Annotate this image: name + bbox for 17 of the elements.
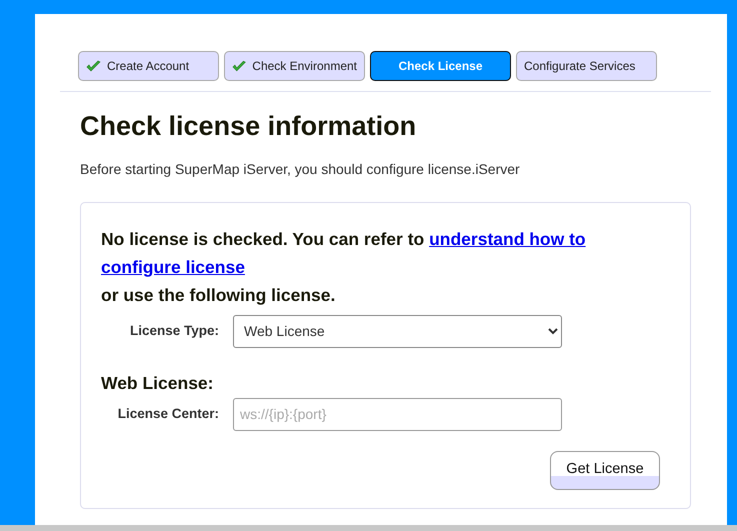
check-icon [86,60,101,72]
notice-text: or use the following license. [101,284,336,307]
license-center-field[interactable]: ws://{ip}:{port} [233,398,562,431]
license-type-select[interactable]: Web License [233,314,562,348]
notice-text: No license is checked. You can refer to understand how to configure license [101,228,587,279]
step-tab[interactable]: Create Account [78,51,219,81]
field-label: License Type: [128,322,220,340]
check-icon [232,60,246,72]
page-title: Check license information [80,110,418,143]
section-title: Web License: [101,372,214,394]
get-license-button[interactable]: Get License [550,450,660,490]
intro-text: Before starting SuperMap iServer, you should configure license.iServer [80,160,521,179]
help-link[interactable]: understand how to [429,228,586,248]
step-tab[interactable]: Configurate Services [516,51,657,81]
step-tab[interactable]: Check Environment [224,51,365,81]
help-link[interactable]: configure license [101,256,245,276]
field-label: License Center: [116,405,220,424]
